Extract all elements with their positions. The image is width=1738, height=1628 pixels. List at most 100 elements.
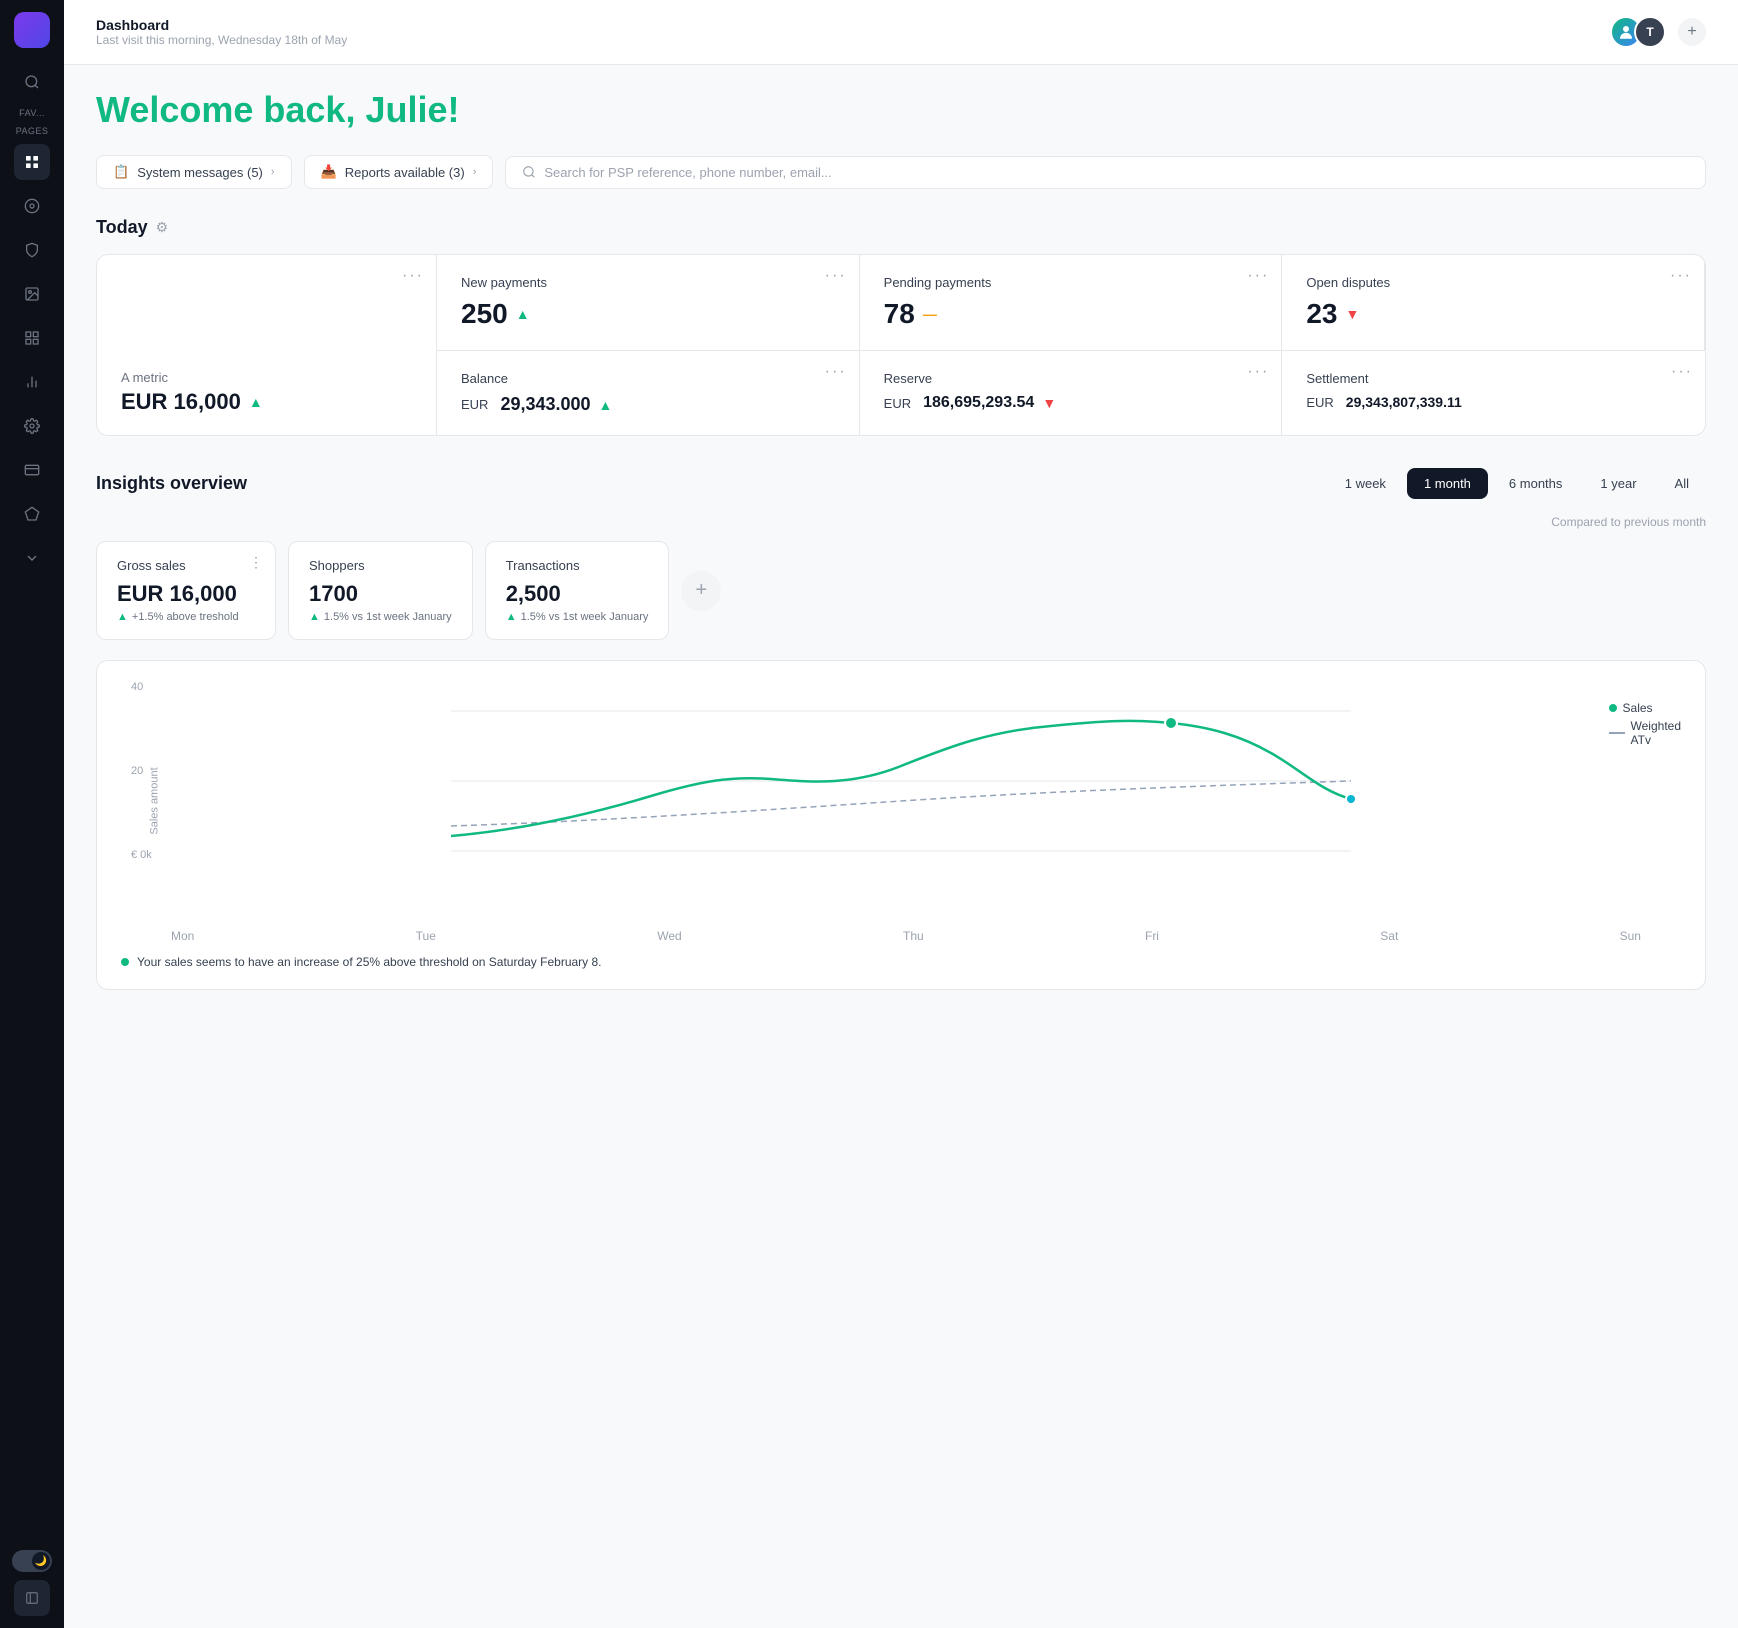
x-label-mon: Mon: [171, 929, 194, 943]
kpi-row: ⋮ Gross sales EUR 16,000 ▲ +1.5% above t…: [96, 541, 1706, 640]
kpi-label-gross-sales: Gross sales: [117, 558, 255, 573]
global-search-bar[interactable]: Search for PSP reference, phone number, …: [505, 156, 1706, 189]
header-right: T +: [1610, 16, 1706, 48]
metric-label-balance: Balance: [461, 371, 835, 386]
metric-card-balance: ··· Balance EUR 29,343.000 ▲: [437, 351, 860, 435]
sidebar-logo[interactable]: [14, 12, 50, 48]
kpi-more-gross-sales[interactable]: ⋮: [249, 554, 263, 571]
metric-card-a-metric: ··· A metric EUR 16,000 ▲: [97, 255, 437, 435]
today-settings-icon[interactable]: ⚙: [156, 219, 169, 236]
sidebar-item-grid[interactable]: [14, 320, 50, 356]
sidebar-item-analytics[interactable]: [14, 188, 50, 224]
content-area: Welcome back, Julie! 📋 System messages (…: [64, 65, 1738, 1014]
chart-y-ticks: 40 20 € 0k: [131, 681, 152, 861]
x-label-tue: Tue: [416, 929, 436, 943]
metric-label-a-metric: A metric: [121, 370, 412, 385]
comparison-label: Compared to previous month: [96, 515, 1706, 529]
insights-title: Insights overview: [96, 473, 247, 494]
sidebar-item-settings[interactable]: [14, 408, 50, 444]
metric-trend-new-payments: ▲: [516, 306, 530, 322]
system-messages-button[interactable]: 📋 System messages (5) ›: [96, 155, 292, 189]
sidebar-item-media[interactable]: [14, 276, 50, 312]
action-bar: 📋 System messages (5) › 📥 Reports availa…: [96, 155, 1706, 189]
metric-value-pending-payments: 78 —: [884, 298, 1258, 330]
theme-toggle-knob: 🌙: [32, 1552, 50, 1570]
today-title: Today: [96, 217, 148, 238]
theme-toggle[interactable]: 🌙: [12, 1550, 52, 1572]
last-visit-subtitle: Last visit this morning, Wednesday 18th …: [96, 33, 347, 47]
kpi-shoppers: Shoppers 1700 ▲ 1.5% vs 1st week January: [288, 541, 473, 640]
system-messages-label: System messages (5): [137, 165, 263, 180]
insights-header: Insights overview 1 week 1 month 6 month…: [96, 468, 1706, 499]
metric-card-settlement: ··· Settlement EUR 29,343,807,339.11: [1282, 351, 1705, 435]
metric-more-reserve[interactable]: ···: [1247, 363, 1269, 381]
x-label-wed: Wed: [657, 929, 681, 943]
sales-chart-container: Sales amount 40 20 € 0k: [96, 660, 1706, 990]
metric-value-balance: EUR 29,343.000 ▲: [461, 394, 835, 415]
metric-more-settlement[interactable]: ···: [1671, 363, 1693, 381]
search-placeholder-text: Search for PSP reference, phone number, …: [544, 165, 831, 180]
sidebar-item-more[interactable]: [14, 540, 50, 576]
chart-peak-dot: [1165, 717, 1177, 729]
metric-more-new-payments[interactable]: ···: [825, 267, 847, 285]
sidebar-item-diamond[interactable]: [14, 496, 50, 532]
metric-card-open-disputes: ··· Open disputes 23 ▼: [1282, 255, 1705, 351]
kpi-value-gross-sales: EUR 16,000: [117, 581, 255, 607]
chart-area: Sales amount 40 20 € 0k: [121, 681, 1681, 921]
sidebar-item-chart[interactable]: [14, 364, 50, 400]
metric-value-a-metric: EUR 16,000 ▲: [121, 389, 412, 415]
metric-trend-pending-payments: —: [923, 306, 937, 322]
sidebar-fav-label: FAV...: [19, 108, 45, 118]
metrics-grid: ··· A metric EUR 16,000 ▲ ··· New paymen…: [96, 254, 1706, 436]
page-title: Dashboard: [96, 17, 347, 33]
legend-line-weighted-atv: [1609, 732, 1625, 734]
sidebar-item-search[interactable]: [14, 64, 50, 100]
tab-1month[interactable]: 1 month: [1407, 468, 1488, 499]
metric-card-reserve: ··· Reserve EUR 186,695,293.54 ▼: [860, 351, 1283, 435]
metric-more-open-disputes[interactable]: ···: [1670, 267, 1692, 285]
tab-6months[interactable]: 6 months: [1492, 468, 1579, 499]
add-kpi-button[interactable]: +: [681, 571, 721, 611]
sidebar-collapse-button[interactable]: [14, 1580, 50, 1616]
system-messages-icon: 📋: [113, 164, 129, 180]
kpi-label-transactions: Transactions: [506, 558, 649, 573]
sidebar-favorites-section: FAV...: [19, 108, 45, 118]
metric-value-new-payments: 250 ▲: [461, 298, 835, 330]
metric-trend-open-disputes: ▼: [1345, 306, 1359, 322]
reports-button[interactable]: 📥 Reports available (3) ›: [304, 155, 494, 189]
metric-label-new-payments: New payments: [461, 275, 835, 290]
reports-icon: 📥: [321, 164, 337, 180]
chart-insight-text: Your sales seems to have an increase of …: [121, 955, 1681, 969]
tab-1week[interactable]: 1 week: [1328, 468, 1403, 499]
metric-card-pending-payments: ··· Pending payments 78 —: [860, 255, 1283, 351]
page-header: Dashboard Last visit this morning, Wedne…: [64, 0, 1738, 65]
metric-more-pending-payments[interactable]: ···: [1247, 267, 1269, 285]
chart-legend: Sales WeightedATv: [1609, 701, 1681, 747]
sidebar-item-card[interactable]: [14, 452, 50, 488]
metric-more-a-metric[interactable]: ···: [402, 267, 424, 285]
x-label-thu: Thu: [903, 929, 924, 943]
tab-all[interactable]: All: [1658, 468, 1706, 499]
system-messages-arrow-icon: ›: [271, 166, 275, 178]
legend-label-weighted-atv: WeightedATv: [1631, 719, 1681, 747]
today-section-header: Today ⚙: [96, 217, 1706, 238]
sidebar-item-shield[interactable]: [14, 232, 50, 268]
sidebar: FAV... PAGES 🌙: [0, 0, 64, 1628]
metric-trend-reserve: ▼: [1042, 395, 1056, 411]
kpi-label-shoppers: Shoppers: [309, 558, 452, 573]
chart-svg: [161, 681, 1641, 881]
weighted-atv-line: [451, 781, 1351, 826]
sidebar-item-dashboard[interactable]: [14, 144, 50, 180]
sidebar-pages-section: PAGES: [16, 126, 49, 136]
legend-dot-sales: [1609, 704, 1617, 712]
reports-arrow-icon: ›: [473, 166, 477, 178]
kpi-transactions: Transactions 2,500 ▲ 1.5% vs 1st week Ja…: [485, 541, 670, 640]
metric-label-reserve: Reserve: [884, 371, 1258, 386]
tab-1year[interactable]: 1 year: [1583, 468, 1653, 499]
metric-more-balance[interactable]: ···: [825, 363, 847, 381]
chart-x-labels: Mon Tue Wed Thu Fri Sat Sun: [121, 921, 1681, 943]
add-user-button[interactable]: +: [1678, 18, 1706, 46]
period-tabs: 1 week 1 month 6 months 1 year All: [1328, 468, 1706, 499]
metric-value-open-disputes: 23 ▼: [1306, 298, 1680, 330]
metric-label-pending-payments: Pending payments: [884, 275, 1258, 290]
